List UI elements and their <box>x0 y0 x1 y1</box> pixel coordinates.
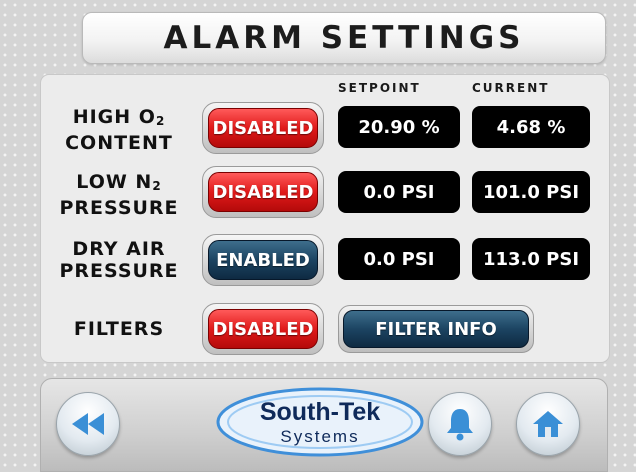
high-o2-status: DISABLED <box>208 108 318 148</box>
south-tek-logo: South-Tek Systems <box>214 384 426 460</box>
filters-toggle-button[interactable]: DISABLED <box>202 303 324 355</box>
high-o2-current-value: 4.68 % <box>472 106 590 148</box>
high-o2-label-line2: CONTENT <box>65 132 173 154</box>
dry-air-status: ENABLED <box>208 240 318 280</box>
high-o2-toggle-button[interactable]: DISABLED <box>202 102 324 154</box>
dry-air-label-line1: DRY AIR <box>72 238 166 260</box>
dry-air-current-value: 113.0 PSI <box>472 238 590 280</box>
low-n2-label-line2: PRESSURE <box>59 197 179 219</box>
rewind-icon <box>72 413 104 435</box>
low-n2-label-line1: LOW N <box>76 171 153 193</box>
high-o2-setpoint-field[interactable]: 20.90 % <box>338 106 460 148</box>
high-o2-label-subscript: 2 <box>155 114 166 128</box>
low-n2-label: LOW N2 PRESSURE <box>44 171 194 219</box>
high-o2-label: HIGH O2 CONTENT <box>44 106 194 154</box>
filters-label: FILTERS <box>44 318 194 340</box>
dry-air-label: DRY AIR PRESSURE <box>44 238 194 282</box>
logo-sub-text: Systems <box>280 427 360 446</box>
bell-icon <box>447 409 473 441</box>
setpoint-column-header: SETPOINT <box>338 81 421 95</box>
home-button[interactable] <box>516 392 580 456</box>
current-column-header: CURRENT <box>472 81 550 95</box>
alarm-button[interactable] <box>428 392 492 456</box>
low-n2-label-subscript: 2 <box>152 179 162 193</box>
low-n2-status: DISABLED <box>208 172 318 212</box>
low-n2-current-value: 101.0 PSI <box>472 171 590 213</box>
filters-label-text: FILTERS <box>73 318 165 340</box>
low-n2-setpoint-field[interactable]: 0.0 PSI <box>338 171 460 213</box>
dry-air-setpoint-field[interactable]: 0.0 PSI <box>338 238 460 280</box>
filter-info-button[interactable]: FILTER INFO <box>338 305 534 353</box>
dry-air-toggle-button[interactable]: ENABLED <box>202 234 324 286</box>
home-icon <box>533 411 563 437</box>
back-button[interactable] <box>56 392 120 456</box>
dry-air-label-line2: PRESSURE <box>59 260 179 282</box>
filters-status: DISABLED <box>208 309 318 349</box>
title-bar: ALARM SETTINGS <box>82 12 606 64</box>
high-o2-label-line1: HIGH O <box>72 106 156 128</box>
page-title: ALARM SETTINGS <box>163 20 525 56</box>
logo-brand-text: South-Tek <box>259 398 381 426</box>
filter-info-label: FILTER INFO <box>343 310 529 348</box>
low-n2-toggle-button[interactable]: DISABLED <box>202 166 324 218</box>
